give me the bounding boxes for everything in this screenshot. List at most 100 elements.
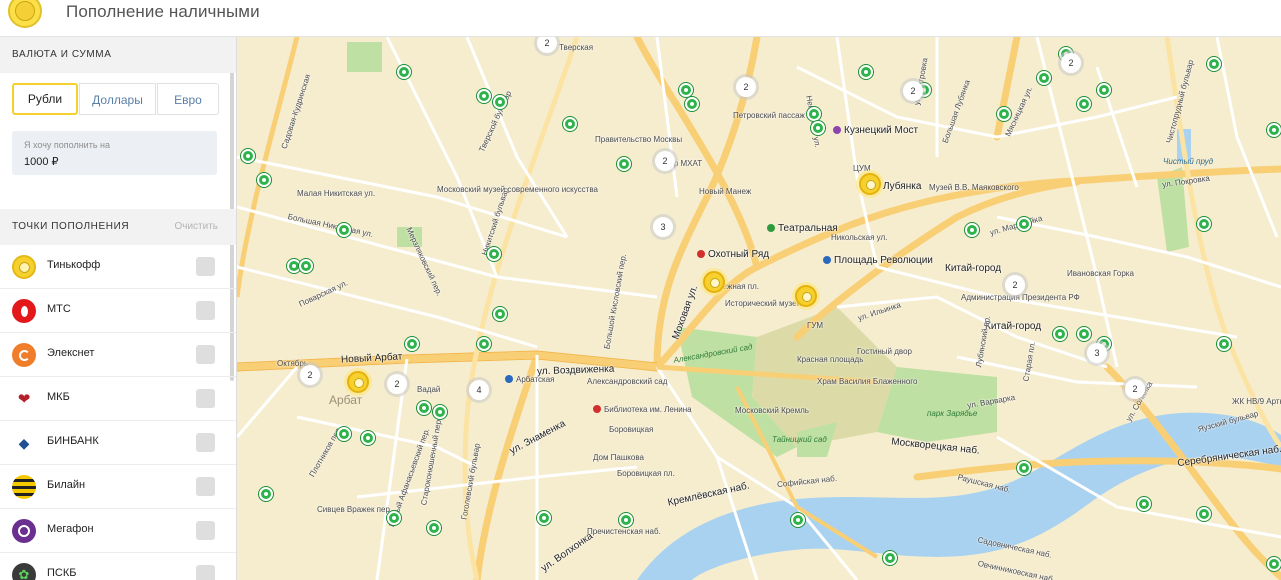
metro-label: Театральная: [767, 223, 838, 234]
atm-pin[interactable]: [493, 95, 507, 109]
atm-cluster[interactable]: 2: [655, 151, 675, 171]
tinkoff-atm-pin[interactable]: [795, 285, 817, 307]
checkbox[interactable]: [196, 565, 215, 580]
atm-pin[interactable]: [337, 223, 351, 237]
tab-euro[interactable]: Евро: [157, 83, 219, 115]
atm-pin[interactable]: [487, 247, 501, 261]
tab-dollars[interactable]: Доллары: [79, 83, 156, 115]
place-label: Красная площадь: [797, 355, 864, 364]
atm-pin[interactable]: [811, 121, 825, 135]
atm-cluster[interactable]: 2: [300, 365, 320, 385]
atm-cluster[interactable]: 2: [1005, 275, 1025, 295]
list-item[interactable]: Билайн: [0, 465, 236, 509]
checkbox[interactable]: [196, 301, 215, 320]
atm-pin[interactable]: [361, 431, 375, 445]
amount-field[interactable]: Я хочу пополнить на 1000 ₽: [12, 131, 217, 175]
atm-pin[interactable]: [807, 107, 821, 121]
tinkoff-atm-pin[interactable]: [859, 173, 881, 195]
tinkoff-atm-pin[interactable]: [703, 271, 725, 293]
atm-pin[interactable]: [619, 513, 633, 527]
atm-pin[interactable]: [337, 427, 351, 441]
atm-cluster[interactable]: 4: [469, 380, 489, 400]
tinkoff-logo-icon[interactable]: [8, 0, 42, 28]
map[interactable]: ул. Воздвиженка ул. Знаменка Моховая ул.…: [237, 37, 1281, 580]
atm-pin[interactable]: [965, 223, 979, 237]
street-label: Никольская ул.: [831, 233, 888, 242]
list-item[interactable]: Мегафон: [0, 509, 236, 553]
atm-pin[interactable]: [1077, 97, 1091, 111]
list-item-label: Тинькофф: [47, 259, 101, 271]
atm-cluster[interactable]: 3: [1087, 343, 1107, 363]
atm-pin[interactable]: [563, 117, 577, 131]
atm-pin[interactable]: [537, 511, 551, 525]
atm-pin[interactable]: [477, 89, 491, 103]
atm-pin[interactable]: [299, 259, 313, 273]
atm-pin[interactable]: [997, 107, 1011, 121]
list-item[interactable]: Тинькофф: [0, 245, 236, 289]
checkbox[interactable]: [196, 477, 215, 496]
atm-pin[interactable]: [241, 149, 255, 163]
list-item[interactable]: Элекснет: [0, 333, 236, 377]
atm-pin[interactable]: [405, 337, 419, 351]
tab-rubles[interactable]: Рубли: [12, 83, 78, 115]
atm-pin[interactable]: [387, 511, 401, 525]
atm-pin[interactable]: [883, 551, 897, 565]
atm-pin[interactable]: [257, 173, 271, 187]
atm-pin[interactable]: [1197, 217, 1211, 231]
atm-pin[interactable]: [1077, 327, 1091, 341]
atm-pin[interactable]: [685, 97, 699, 111]
amount-value[interactable]: 1000 ₽: [24, 155, 217, 168]
checkbox[interactable]: [196, 433, 215, 452]
atm-pin[interactable]: [1197, 507, 1211, 521]
list-item-label: ПСКБ: [47, 567, 77, 579]
metro-label: Лубянка: [883, 181, 922, 192]
mts-icon: [12, 299, 36, 323]
list-item[interactable]: ❤ МКБ: [0, 377, 236, 421]
place-label: Гостиный двор: [857, 347, 912, 356]
place-label: Ивановская Горка: [1067, 269, 1134, 278]
atm-pin[interactable]: [477, 337, 491, 351]
metro-label-text: Охотный Ряд: [708, 249, 770, 260]
atm-pin[interactable]: [617, 157, 631, 171]
atm-cluster[interactable]: 2: [387, 374, 407, 394]
checkbox[interactable]: [196, 257, 215, 276]
list-item[interactable]: МТС: [0, 289, 236, 333]
atm-pin[interactable]: [433, 405, 447, 419]
atm-pin[interactable]: [1037, 71, 1051, 85]
water-label: Чистый пруд: [1163, 157, 1214, 166]
atm-pin[interactable]: [1267, 123, 1281, 137]
atm-pin[interactable]: [679, 83, 693, 97]
atm-pin[interactable]: [427, 521, 441, 535]
checkbox[interactable]: [196, 345, 215, 364]
atm-pin[interactable]: [1207, 57, 1221, 71]
atm-pin[interactable]: [1137, 497, 1151, 511]
tinkoff-atm-pin[interactable]: [347, 371, 369, 393]
atm-pin[interactable]: [1017, 217, 1031, 231]
clear-button[interactable]: Очистить: [174, 209, 218, 245]
atm-cluster[interactable]: 2: [903, 81, 923, 101]
atm-pin[interactable]: [791, 513, 805, 527]
atm-pin[interactable]: [1097, 83, 1111, 97]
atm-pin[interactable]: [1217, 337, 1231, 351]
atm-pin[interactable]: [859, 65, 873, 79]
atm-pin[interactable]: [1017, 461, 1031, 475]
atm-pin[interactable]: [493, 307, 507, 321]
metro-icon: [823, 256, 831, 264]
atm-pin[interactable]: [397, 65, 411, 79]
atm-cluster[interactable]: 2: [1061, 53, 1081, 73]
checkbox[interactable]: [196, 521, 215, 540]
atm-cluster[interactable]: 2: [736, 77, 756, 97]
atm-pin[interactable]: [1053, 327, 1067, 341]
street-label: Тверская: [559, 43, 594, 52]
list-item-label: МТС: [47, 303, 71, 315]
binbank-icon: ◆: [12, 431, 36, 455]
street-label: Пречистенская наб.: [587, 527, 661, 536]
atm-pin[interactable]: [417, 401, 431, 415]
atm-pin[interactable]: [1267, 557, 1281, 571]
checkbox[interactable]: [196, 389, 215, 408]
atm-pin[interactable]: [259, 487, 273, 501]
atm-cluster[interactable]: 2: [1125, 379, 1145, 399]
list-item[interactable]: ◆ БИНБАНК: [0, 421, 236, 465]
list-item[interactable]: ✿ ПСКБ: [0, 553, 236, 580]
atm-cluster[interactable]: 3: [653, 217, 673, 237]
